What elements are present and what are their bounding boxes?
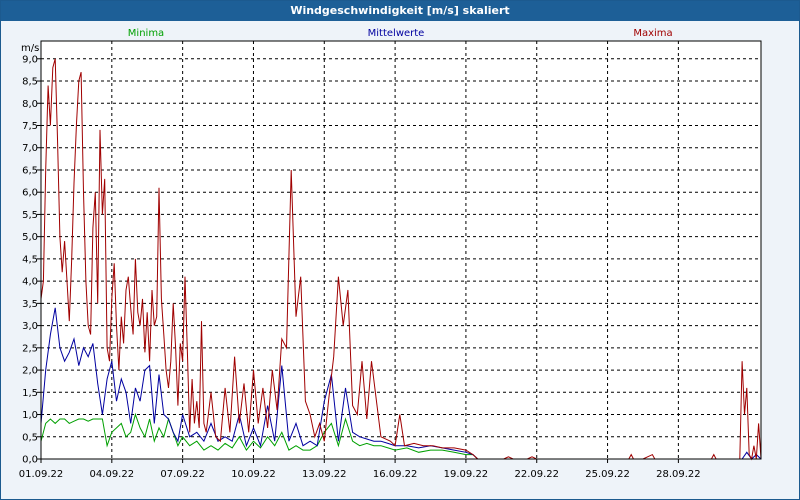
y-axis-label: m/s — [21, 43, 39, 54]
legend-entry-mittelwerte: Mittelwerte — [368, 28, 425, 39]
legend-entry-maxima: Maxima — [633, 28, 672, 39]
y-tick-label: 7,5 — [22, 121, 38, 132]
y-tick-label: 0,0 — [22, 455, 38, 466]
x-tick-label: 07.09.22 — [160, 469, 205, 480]
x-tick-label: 16.09.22 — [373, 469, 418, 480]
y-tick-label: 3,0 — [22, 321, 38, 332]
x-tick-label: 22.09.22 — [514, 469, 559, 480]
x-tick-label: 19.09.22 — [444, 469, 489, 480]
x-tick-label: 28.09.22 — [656, 469, 701, 480]
y-tick-label: 1,0 — [22, 410, 38, 421]
x-tick-label: 13.09.22 — [302, 469, 347, 480]
chart-window: Windgeschwindigkeit [m/s] skaliert 0,0 0,… — [0, 0, 800, 500]
y-tick-label: 4,5 — [22, 254, 38, 265]
y-tick-label: 4,0 — [22, 277, 38, 288]
y-tick-label: 0,5 — [22, 432, 38, 443]
x-tick-label: 04.09.22 — [90, 469, 135, 480]
x-tick-label: 25.09.22 — [585, 469, 630, 480]
y-tick-label: 2,0 — [22, 366, 38, 377]
x-tick-label: 01.09.22 — [19, 469, 64, 480]
legend-entry-minima: Minima — [128, 28, 164, 39]
y-tick-label: 6,0 — [22, 188, 38, 199]
y-tick-label: 5,0 — [22, 232, 38, 243]
y-tick-label: 5,5 — [22, 210, 38, 221]
y-tick-label: 1,5 — [22, 388, 38, 399]
y-tick-label: 6,5 — [22, 165, 38, 176]
x-tick-label: 10.09.22 — [231, 469, 276, 480]
y-tick-label: 8,0 — [22, 99, 38, 110]
y-tick-label: 9,0 — [22, 54, 38, 65]
y-tick-label: 2,5 — [22, 343, 38, 354]
y-tick-label: 8,5 — [22, 77, 38, 88]
y-tick-label: 3,5 — [22, 299, 38, 310]
chart-canvas: 0,0 0,5 1,0 1,5 2,0 2,5 3,0 3,5 4,0 4,5 5,0 5,5 6,0 6… — [19, 28, 762, 480]
y-tick-label: 7,0 — [22, 143, 38, 154]
